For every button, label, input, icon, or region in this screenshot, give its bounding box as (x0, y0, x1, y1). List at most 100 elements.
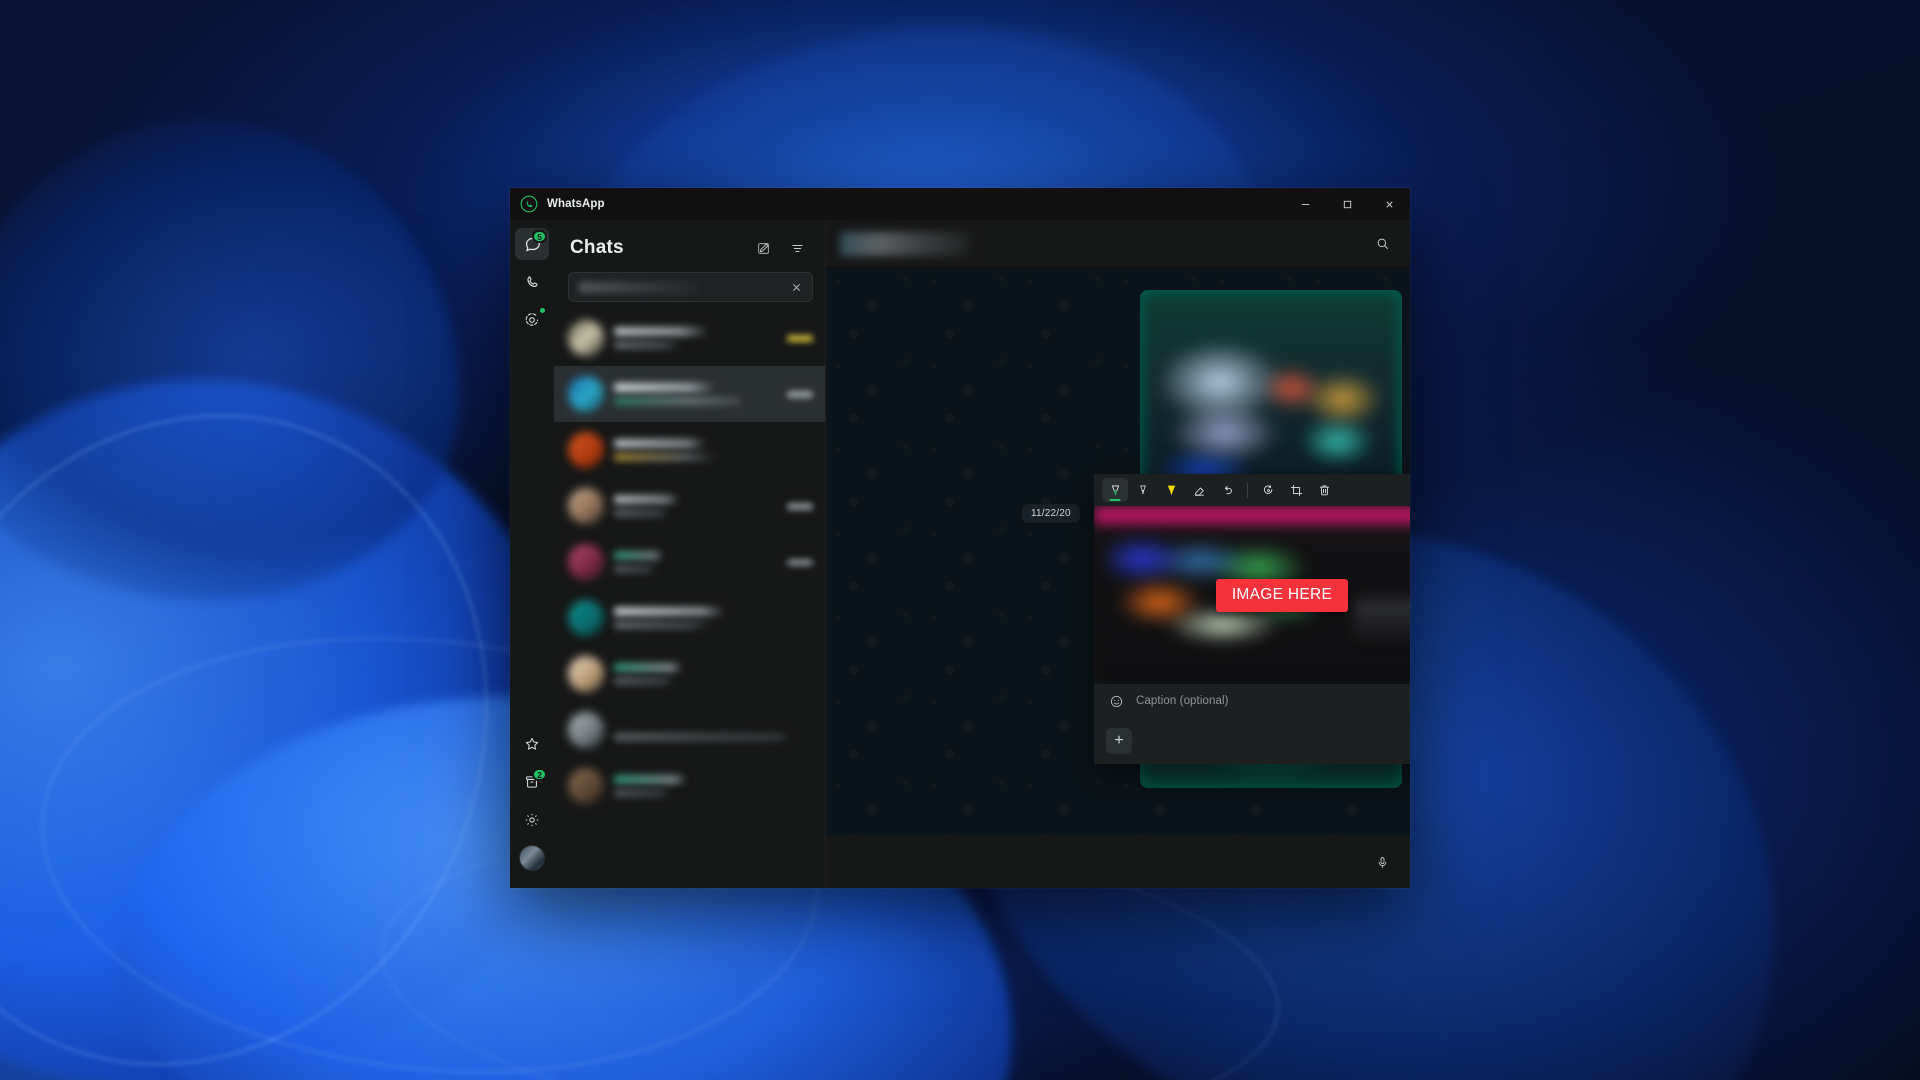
rail-item-starred[interactable] (515, 728, 549, 760)
message-composer (826, 836, 1410, 888)
status-unread-badge (538, 306, 547, 315)
list-item[interactable] (554, 366, 825, 422)
add-media-button[interactable]: + (1106, 728, 1132, 754)
window-title: WhatsApp (547, 198, 605, 210)
rail-item-archived[interactable]: 2 (515, 766, 549, 798)
list-item-title (614, 495, 680, 504)
rail-item-status[interactable] (515, 304, 549, 336)
avatar (519, 845, 545, 871)
list-item-text (614, 719, 813, 741)
undo-tool-button[interactable] (1214, 478, 1240, 502)
window-controls (1284, 188, 1410, 220)
maximize-button[interactable] (1326, 188, 1368, 220)
avatar (568, 712, 604, 748)
filter-button[interactable] (783, 234, 811, 262)
image-editor-overlay: IMAGE HERE Caption (optional) + (1094, 474, 1410, 764)
list-item-text (614, 775, 813, 797)
list-item[interactable] (554, 310, 825, 366)
image-placeholder-badge: IMAGE HERE (1215, 578, 1349, 612)
list-item-title (614, 551, 663, 560)
list-item-text (614, 495, 777, 517)
list-item-text (614, 439, 813, 461)
list-item[interactable] (554, 590, 825, 646)
caption-input[interactable]: Caption (optional) (1136, 695, 1410, 707)
search-clear-button[interactable] (786, 277, 806, 297)
editor-actions: + (1094, 718, 1410, 764)
list-item-subtitle (614, 453, 718, 461)
list-item-title (614, 439, 706, 448)
avatar (568, 656, 604, 692)
conversation-pane: 11/22/20 IMAGE HERE Caption (optional) + (826, 220, 1410, 888)
list-item-title (614, 719, 702, 728)
avatar (568, 544, 604, 580)
rotate-tool-button[interactable] (1255, 478, 1281, 502)
list-item[interactable] (554, 646, 825, 702)
list-item[interactable] (554, 758, 825, 814)
list-item-time (787, 558, 813, 566)
contact-name (840, 231, 970, 256)
whatsapp-window: WhatsApp 5 2 Chats 11/22/20 IMAGE HERE C… (510, 188, 1410, 888)
conversation-header[interactable] (826, 220, 1410, 268)
chats-unread-badge: 5 (532, 230, 547, 243)
list-item-meta (787, 502, 813, 510)
list-item-text (614, 327, 777, 349)
list-item[interactable] (554, 702, 825, 758)
list-item[interactable] (554, 534, 825, 590)
list-item-text (614, 607, 813, 629)
pen-tool-button[interactable] (1102, 478, 1128, 502)
window-body: 5 2 Chats 11/22/20 IMAGE HERE Caption (o… (510, 220, 1410, 888)
chat-list-pane: Chats (554, 220, 826, 888)
page-title: Chats (570, 237, 624, 258)
new-chat-button[interactable] (749, 234, 777, 262)
list-item-subtitle (614, 397, 742, 405)
rail-item-profile[interactable] (515, 842, 549, 874)
rail-item-chats[interactable]: 5 (515, 228, 549, 260)
rail-item-settings[interactable] (515, 804, 549, 836)
list-item-subtitle (614, 565, 657, 573)
navigation-rail: 5 2 (510, 220, 554, 888)
editor-toolbar (1094, 474, 1410, 506)
chat-list-scroll[interactable] (554, 310, 825, 888)
list-item-title (614, 775, 686, 784)
crop-tool-button[interactable] (1283, 478, 1309, 502)
list-item-subtitle (614, 677, 674, 685)
search-wrapper (554, 270, 825, 310)
list-item-title (614, 663, 682, 672)
delete-tool-button[interactable] (1311, 478, 1337, 502)
list-item-meta (787, 334, 813, 342)
list-item-text (614, 383, 777, 405)
list-item-subtitle (614, 509, 670, 517)
pen-thin-tool-button[interactable] (1130, 478, 1156, 502)
whatsapp-logo-icon (520, 195, 538, 213)
eraser-tool-button[interactable] (1186, 478, 1212, 502)
list-item-time (787, 502, 813, 510)
caption-row: Caption (optional) (1094, 684, 1410, 718)
rail-item-calls[interactable] (515, 266, 549, 298)
avatar (568, 600, 604, 636)
list-item-subtitle (614, 621, 710, 629)
minimize-button[interactable] (1284, 188, 1326, 220)
close-button[interactable] (1368, 188, 1410, 220)
microphone-button[interactable] (1368, 848, 1396, 876)
list-item-title (614, 607, 726, 616)
window-titlebar[interactable]: WhatsApp (510, 188, 1410, 220)
archived-count-badge: 2 (532, 768, 547, 781)
editor-canvas[interactable]: IMAGE HERE (1094, 506, 1410, 684)
emoji-smiley-icon[interactable] (1106, 691, 1126, 711)
list-item-subtitle (614, 341, 683, 349)
list-item[interactable] (554, 478, 825, 534)
list-item[interactable] (554, 422, 825, 478)
search-input[interactable] (568, 272, 813, 302)
list-item-subtitle (614, 733, 786, 741)
toolbar-divider (1247, 482, 1248, 498)
highlighter-tool-button[interactable] (1158, 478, 1184, 502)
list-item-meta (787, 558, 813, 566)
conversation-search-button[interactable] (1368, 230, 1396, 258)
list-item-time (787, 390, 813, 398)
chat-list-actions (749, 234, 811, 262)
list-item-meta (787, 390, 813, 398)
editor-preview-panel (1354, 598, 1410, 638)
list-item-text (614, 551, 777, 573)
avatar (568, 768, 604, 804)
list-item-text (614, 663, 813, 685)
